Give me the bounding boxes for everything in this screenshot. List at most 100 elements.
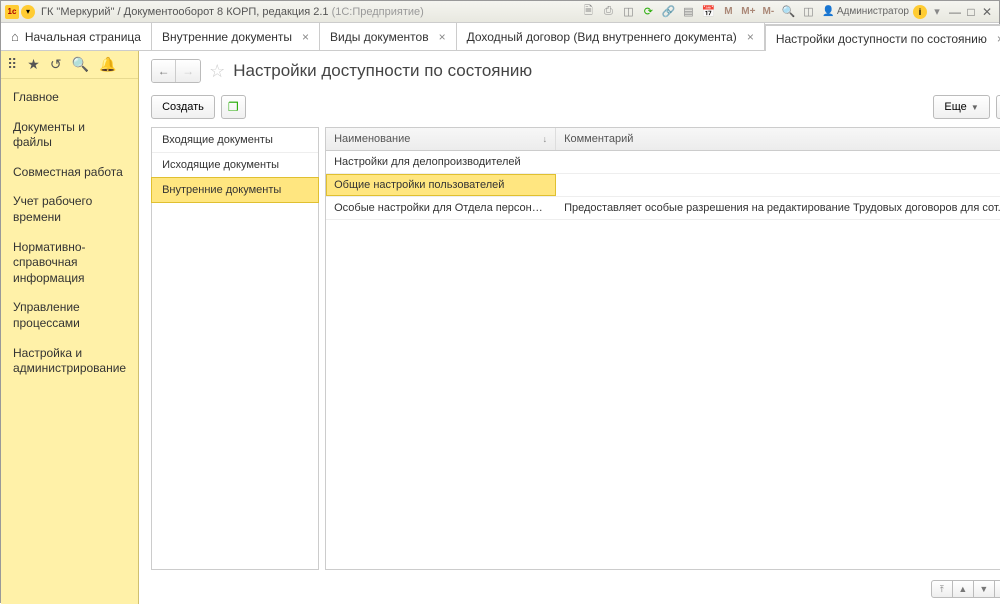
main-area: ⠿ ★ ↺ 🔍 🔔 Главное Документы и файлы Совм… xyxy=(1,51,999,604)
toolbar-compare-icon[interactable]: ◫ xyxy=(620,4,636,20)
toolbar-m-button[interactable]: M xyxy=(720,4,736,20)
content: ← → ☆ Настройки доступности по состоянию… xyxy=(139,51,1000,604)
toolbar-m-plus-button[interactable]: M+ xyxy=(740,4,756,20)
sidebar-nav: Главное Документы и файлы Совместная раб… xyxy=(1,79,138,388)
toolbar-m-minus-button[interactable]: M- xyxy=(760,4,776,20)
toolbar-refresh-icon[interactable]: ⟳ xyxy=(640,4,656,20)
tab-label: Виды документов xyxy=(330,30,429,44)
table-row[interactable]: Общие настройки пользователей xyxy=(326,174,1000,197)
copy-icon: ❐ xyxy=(228,100,239,114)
cell-name: Особые настройки для Отдела персонала xyxy=(326,197,556,219)
sidebar-item-admin[interactable]: Настройка и администрирование xyxy=(1,339,138,384)
back-button[interactable]: ← xyxy=(152,60,176,82)
nav-up-button[interactable]: ▲ xyxy=(952,580,974,598)
nav-buttons: ← → xyxy=(151,59,201,83)
copy-button[interactable]: ❐ xyxy=(221,95,246,119)
cell-comment xyxy=(556,151,1000,173)
toolbar: Создать ❐ Еще ▼ ? xyxy=(139,91,1000,127)
two-pane: Входящие документы Исходящие документы В… xyxy=(151,127,1000,570)
user-name: Администратор xyxy=(837,6,909,17)
apps-icon[interactable]: ⠿ xyxy=(7,56,17,73)
cell-comment xyxy=(556,174,1000,196)
search-icon[interactable]: 🔍 xyxy=(72,56,89,73)
window-title-suffix: (1С:Предприятие) xyxy=(332,6,424,18)
tab-label: Доходный договор (Вид внутреннего докуме… xyxy=(467,30,737,44)
toolbar-calc-icon[interactable]: ▤ xyxy=(680,4,696,20)
category-pane: Входящие документы Исходящие документы В… xyxy=(151,127,319,570)
tab-home[interactable]: ⌂ Начальная страница xyxy=(1,23,152,50)
nav-first-button[interactable]: ⤒ xyxy=(931,580,953,598)
window-title: ГК "Меркурий" / Документооборот 8 КОРП, … xyxy=(41,6,424,18)
maximize-button[interactable]: □ xyxy=(963,4,979,20)
sidebar: ⠿ ★ ↺ 🔍 🔔 Главное Документы и файлы Совм… xyxy=(1,51,139,604)
toolbar-file-icon[interactable]: 🗎 xyxy=(580,4,596,20)
tab-label: Внутренние документы xyxy=(162,30,292,44)
cell-name: Настройки для делопроизводителей xyxy=(326,151,556,173)
tabs-bar: ⌂ Начальная страница Внутренние документ… xyxy=(1,23,999,51)
content-header: ← → ☆ Настройки доступности по состоянию… xyxy=(139,51,1000,91)
chevron-down-icon: ▼ xyxy=(971,103,979,112)
close-icon[interactable]: × xyxy=(747,30,754,44)
bell-icon[interactable]: 🔔 xyxy=(99,56,116,73)
column-header-name[interactable]: Наименование ↓ xyxy=(326,128,556,150)
nav-last-button[interactable]: ⤓ xyxy=(994,580,1000,598)
sidebar-item-docs-files[interactable]: Документы и файлы xyxy=(1,113,138,158)
app-logo-icon: 1c xyxy=(5,5,19,19)
close-icon[interactable]: × xyxy=(439,30,446,44)
history-icon[interactable]: ↺ xyxy=(50,56,62,73)
tab-income-contract[interactable]: Доходный договор (Вид внутреннего докуме… xyxy=(457,23,765,50)
app-menu-dropdown[interactable]: ▾ xyxy=(21,5,35,19)
table-pane: Наименование ↓ Комментарий Настройки для… xyxy=(325,127,1000,570)
sort-asc-icon: ↓ xyxy=(543,134,548,144)
table-row[interactable]: Особые настройки для Отдела персонала Пр… xyxy=(326,197,1000,220)
close-icon[interactable]: × xyxy=(302,30,309,44)
category-incoming[interactable]: Входящие документы xyxy=(152,128,318,153)
tab-availability-settings[interactable]: Настройки доступности по состоянию × xyxy=(765,24,1000,51)
cell-comment: Предоставляет особые разрешения на редак… xyxy=(556,197,1000,219)
user-label[interactable]: 👤 Администратор xyxy=(822,6,909,17)
toolbar-zoom-icon[interactable]: 🔍 xyxy=(780,4,796,20)
sidebar-toolbar: ⠿ ★ ↺ 🔍 🔔 xyxy=(1,51,138,79)
star-icon[interactable]: ★ xyxy=(27,56,40,73)
table-row[interactable]: Настройки для делопроизводителей xyxy=(326,151,1000,174)
toolbar-print-icon[interactable]: ⎙ xyxy=(600,4,616,20)
tab-internal-docs[interactable]: Внутренние документы × xyxy=(152,23,320,50)
sidebar-item-processes[interactable]: Управление процессами xyxy=(1,293,138,338)
more-label: Еще xyxy=(944,101,966,113)
more-button[interactable]: Еще ▼ xyxy=(933,95,989,119)
info-dropdown[interactable]: ▾ xyxy=(929,4,945,20)
window-title-main: ГК "Меркурий" / Документооборот 8 КОРП, … xyxy=(41,6,332,18)
cell-name: Общие настройки пользователей xyxy=(326,174,556,196)
column-header-comment[interactable]: Комментарий xyxy=(556,128,1000,150)
help-button[interactable]: ? xyxy=(996,95,1000,119)
create-label: Создать xyxy=(162,101,204,113)
create-button[interactable]: Создать xyxy=(151,95,215,119)
toolbar-layout-icon[interactable]: ◫ xyxy=(800,4,816,20)
column-label: Комментарий xyxy=(564,133,633,145)
user-icon: 👤 xyxy=(822,6,834,17)
category-internal[interactable]: Внутренние документы xyxy=(151,177,319,203)
sidebar-item-timetrack[interactable]: Учет рабочего времени xyxy=(1,187,138,232)
favorite-star-icon[interactable]: ☆ xyxy=(209,61,225,82)
table-header: Наименование ↓ Комментарий xyxy=(326,128,1000,151)
table-body: Настройки для делопроизводителей Общие н… xyxy=(326,151,1000,569)
close-button[interactable]: ✕ xyxy=(979,4,995,20)
category-outgoing[interactable]: Исходящие документы xyxy=(152,153,318,178)
tab-label: Настройки доступности по состоянию xyxy=(776,32,987,46)
sidebar-item-collab[interactable]: Совместная работа xyxy=(1,158,138,188)
column-label: Наименование xyxy=(334,133,410,145)
tab-doc-types[interactable]: Виды документов × xyxy=(320,23,457,50)
footer-nav: ⤒ ▲ ▼ ⤓ xyxy=(139,578,1000,604)
sidebar-item-reference[interactable]: Нормативно-справочная информация xyxy=(1,233,138,294)
info-icon[interactable]: i xyxy=(913,5,927,19)
toolbar-link-icon[interactable]: 🔗 xyxy=(660,4,676,20)
titlebar: 1c ▾ ГК "Меркурий" / Документооборот 8 К… xyxy=(1,1,999,23)
tab-label: Начальная страница xyxy=(25,30,141,44)
page-title: Настройки доступности по состоянию xyxy=(233,61,532,81)
nav-down-button[interactable]: ▼ xyxy=(973,580,995,598)
minimize-button[interactable]: — xyxy=(947,4,963,20)
forward-button[interactable]: → xyxy=(176,60,200,82)
toolbar-calendar-icon[interactable]: 📅 xyxy=(700,4,716,20)
sidebar-item-main[interactable]: Главное xyxy=(1,83,138,113)
home-icon: ⌂ xyxy=(11,29,19,44)
